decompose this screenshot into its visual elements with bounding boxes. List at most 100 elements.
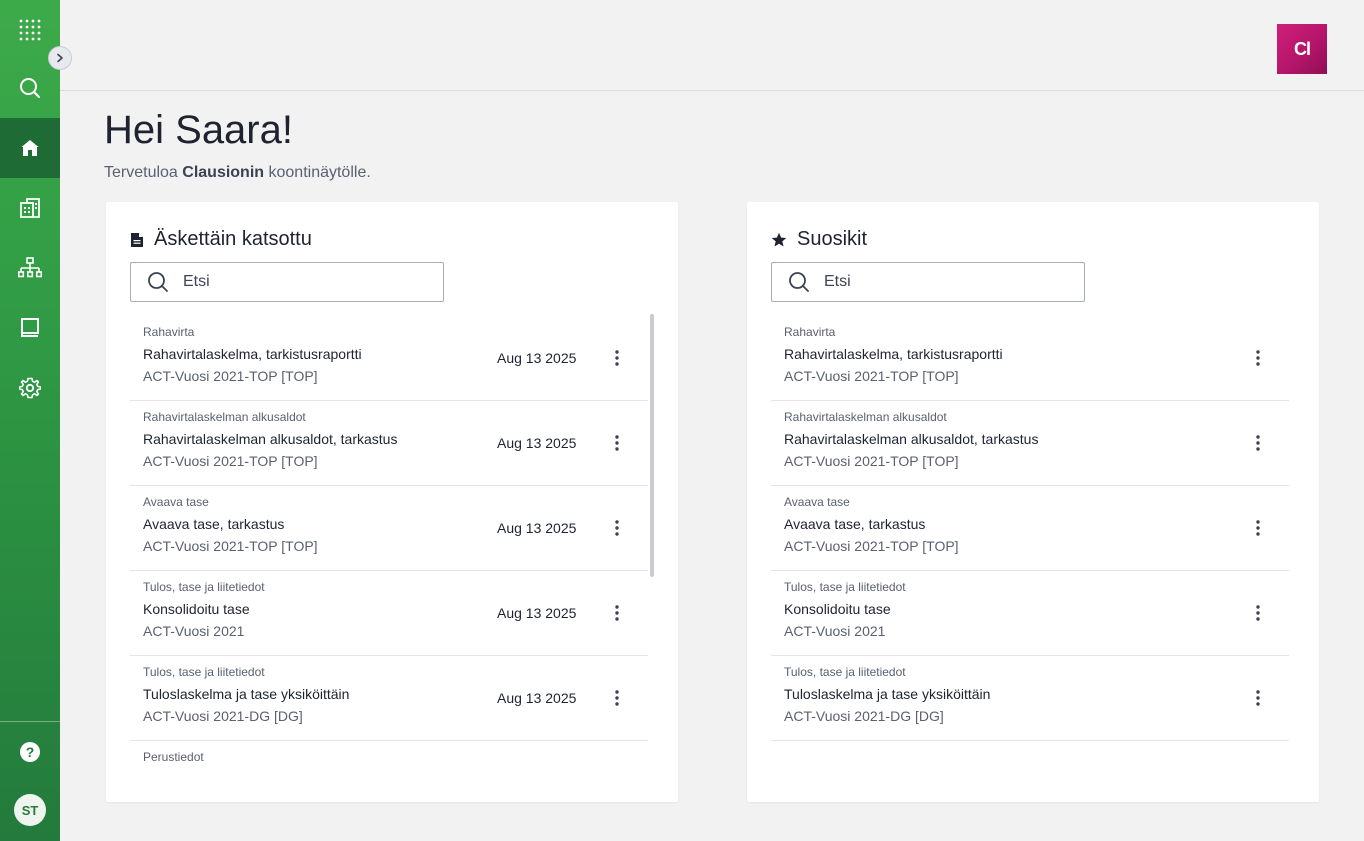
item-date: Aug 13 2025: [497, 350, 577, 366]
list-item[interactable]: Rahavirtalaskelman alkusaldot Rahavirtal…: [771, 401, 1289, 486]
sidebar-item-reports[interactable]: [0, 298, 60, 358]
item-category: Rahavirtalaskelman alkusaldot: [143, 410, 306, 424]
item-category: Perustiedot: [143, 750, 204, 764]
list-item[interactable]: Rahavirta Rahavirtalaskelma, tarkistusra…: [130, 316, 648, 401]
item-entity: ACT-Vuosi 2021-TOP [TOP]: [784, 538, 959, 554]
svg-text:?: ?: [26, 744, 35, 760]
sidebar-item-structure[interactable]: [0, 238, 60, 298]
sidebar-item-entities[interactable]: [0, 178, 60, 238]
subtitle-suffix: koontinäytölle.: [264, 164, 371, 181]
list-item[interactable]: Avaava tase Avaava tase, tarkastus ACT-V…: [130, 486, 648, 571]
item-name[interactable]: Rahavirtalaskelman alkusaldot, tarkastus: [784, 431, 1038, 447]
list-item[interactable]: Rahavirtalaskelman alkusaldot Rahavirtal…: [130, 401, 648, 486]
page-title: Hei Saara!: [104, 108, 293, 152]
recent-card-header: Äskettäin katsottu: [130, 228, 312, 251]
recent-list-scrollbar[interactable]: [650, 314, 654, 577]
item-name[interactable]: Tuloslaskelma ja tase yksiköittäin: [143, 686, 349, 702]
sidebar-expand-button[interactable]: [48, 46, 72, 70]
sidebar-item-settings[interactable]: [0, 358, 60, 418]
item-menu-button[interactable]: [606, 345, 628, 371]
recent-search-input[interactable]: [183, 273, 433, 291]
item-date: Aug 13 2025: [497, 520, 577, 536]
item-category: Avaava tase: [784, 495, 850, 509]
more-vertical-icon: [1256, 435, 1260, 451]
item-name[interactable]: Avaava tase, tarkastus: [143, 516, 284, 532]
item-entity: ACT-Vuosi 2021: [143, 623, 245, 639]
list-item[interactable]: Avaava tase Avaava tase, tarkastus ACT-V…: [771, 486, 1289, 571]
item-menu-button[interactable]: [606, 430, 628, 456]
item-menu-button[interactable]: [1247, 345, 1269, 371]
app-logo[interactable]: Cl: [1277, 24, 1327, 74]
search-icon: [789, 272, 809, 292]
top-bar: [60, 0, 1364, 91]
item-menu-button[interactable]: [606, 685, 628, 711]
favorites-card-header: Suosikit: [771, 228, 867, 251]
item-menu-button[interactable]: [1247, 600, 1269, 626]
item-category: Rahavirtalaskelman alkusaldot: [784, 410, 947, 424]
item-date: Aug 13 2025: [497, 435, 577, 451]
more-vertical-icon: [615, 605, 619, 621]
logo-text: Cl: [1294, 38, 1311, 59]
more-vertical-icon: [615, 435, 619, 451]
subtitle-product-name: Clausionin: [182, 164, 265, 181]
item-entity: ACT-Vuosi 2021: [784, 623, 886, 639]
favorites-search[interactable]: [771, 262, 1085, 302]
more-vertical-icon: [1256, 690, 1260, 706]
favorites-search-input[interactable]: [824, 273, 1074, 291]
chevron-right-icon: [57, 53, 63, 63]
list-item[interactable]: Tulos, tase ja liitetiedot Tuloslaskelma…: [130, 656, 648, 741]
item-entity: ACT-Vuosi 2021-TOP [TOP]: [143, 538, 318, 554]
hierarchy-icon: [18, 257, 42, 278]
more-vertical-icon: [615, 350, 619, 366]
item-name[interactable]: Rahavirtalaskelma, tarkistusraportti: [784, 346, 1003, 362]
more-vertical-icon: [615, 520, 619, 536]
search-icon: [148, 272, 168, 292]
help-button[interactable]: ?: [0, 722, 60, 782]
apps-grid-icon: [19, 19, 41, 41]
item-category: Rahavirta: [143, 325, 195, 339]
list-item[interactable]: Tulos, tase ja liitetiedot Tuloslaskelma…: [771, 656, 1289, 741]
item-menu-button[interactable]: [1247, 685, 1269, 711]
item-category: Rahavirta: [784, 325, 836, 339]
item-name[interactable]: Konsolidoitu tase: [143, 601, 250, 617]
sidebar-search-button[interactable]: [0, 58, 60, 118]
item-name[interactable]: Konsolidoitu tase: [784, 601, 891, 617]
help-icon: ?: [20, 742, 40, 762]
welcome-subtitle: Tervetuloa Clausionin koontinäytölle.: [104, 164, 371, 182]
list-item[interactable]: Tulos, tase ja liitetiedot Konsolidoitu …: [130, 571, 648, 656]
recent-card: Äskettäin katsottu Rahavirta Rahavirtala…: [106, 202, 678, 802]
sidebar-item-home[interactable]: [0, 118, 60, 178]
item-category: Avaava tase: [143, 495, 209, 509]
more-vertical-icon: [1256, 605, 1260, 621]
list-item[interactable]: Perustiedot: [130, 741, 648, 802]
item-menu-button[interactable]: [606, 515, 628, 541]
favorites-card-title: Suosikit: [797, 228, 868, 250]
item-menu-button[interactable]: [1247, 515, 1269, 541]
more-vertical-icon: [1256, 350, 1260, 366]
item-menu-button[interactable]: [606, 600, 628, 626]
item-entity: ACT-Vuosi 2021-TOP [TOP]: [143, 368, 318, 384]
avatar[interactable]: ST: [14, 794, 46, 826]
item-category: Tulos, tase ja liitetiedot: [143, 665, 265, 679]
item-entity: ACT-Vuosi 2021-TOP [TOP]: [784, 453, 959, 469]
item-category: Tulos, tase ja liitetiedot: [143, 580, 265, 594]
item-category: Tulos, tase ja liitetiedot: [784, 580, 906, 594]
subtitle-prefix: Tervetuloa: [104, 164, 183, 181]
more-vertical-icon: [615, 690, 619, 706]
item-menu-button[interactable]: [1247, 430, 1269, 456]
document-icon: [131, 232, 143, 247]
list-item[interactable]: Tulos, tase ja liitetiedot Konsolidoitu …: [771, 571, 1289, 656]
sidebar: ? ST: [0, 0, 60, 841]
item-name[interactable]: Rahavirtalaskelma, tarkistusraportti: [143, 346, 362, 362]
item-name[interactable]: Tuloslaskelma ja tase yksiköittäin: [784, 686, 990, 702]
item-entity: ACT-Vuosi 2021-DG [DG]: [784, 708, 944, 724]
home-icon: [21, 140, 39, 156]
item-category: Tulos, tase ja liitetiedot: [784, 665, 906, 679]
more-vertical-icon: [1256, 520, 1260, 536]
list-item[interactable]: Rahavirta Rahavirtalaskelma, tarkistusra…: [771, 316, 1289, 401]
item-entity: ACT-Vuosi 2021-DG [DG]: [143, 708, 303, 724]
item-name[interactable]: Rahavirtalaskelman alkusaldot, tarkastus: [143, 431, 397, 447]
favorites-card: Suosikit Rahavirta Rahavirtalaskelma, ta…: [747, 202, 1319, 802]
recent-search[interactable]: [130, 262, 444, 302]
item-name[interactable]: Avaava tase, tarkastus: [784, 516, 925, 532]
